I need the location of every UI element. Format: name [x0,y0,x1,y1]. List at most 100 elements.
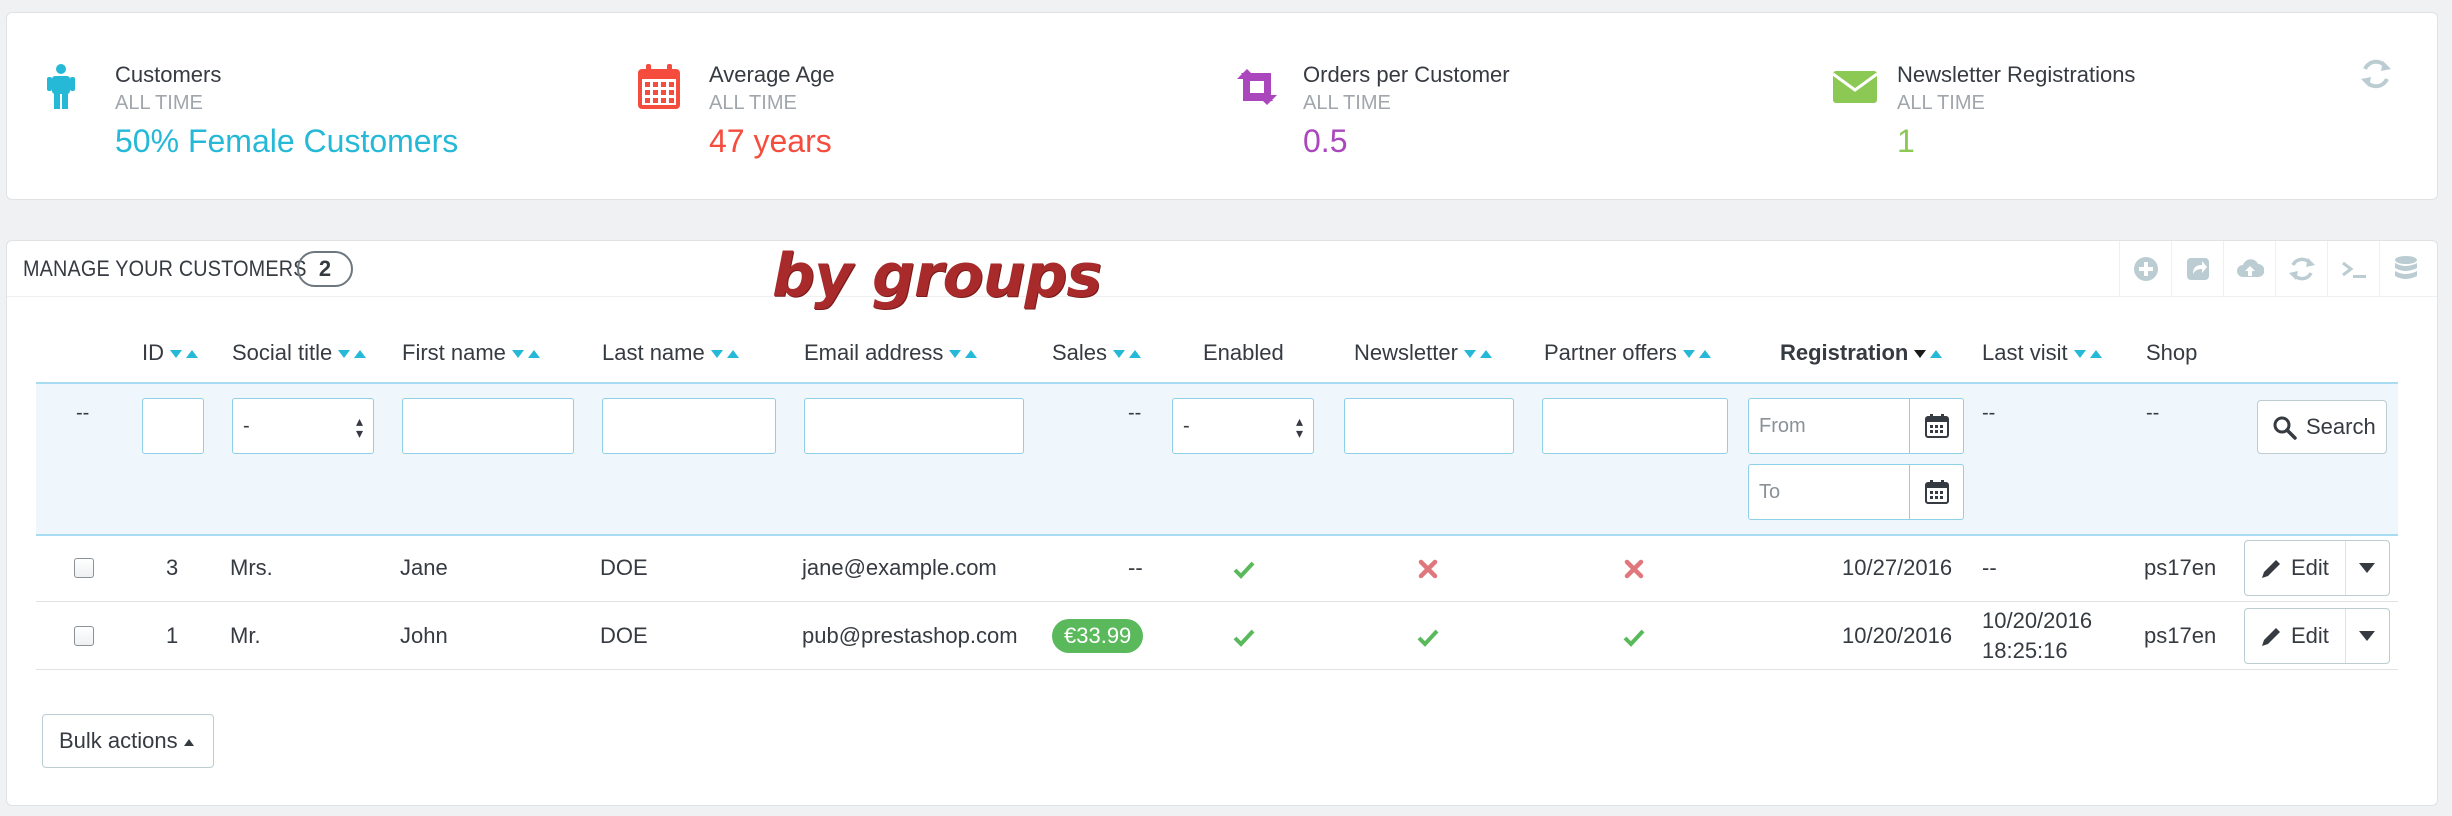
kpi-title: Orders per Customer [1303,62,1510,87]
sort-arrows-icon[interactable] [338,348,367,360]
sort-arrows-icon[interactable] [1113,348,1142,360]
select-value: - [1183,415,1190,437]
plus-circle-icon [2134,257,2158,281]
check-icon[interactable] [1416,625,1440,649]
kpi-value: 47 years [709,123,832,159]
col-header-label: Registration [1780,340,1909,365]
filter-sales-placeholder: -- [1128,402,1142,424]
col-header-social-title[interactable]: Social title [232,338,367,368]
pencil-icon [2262,628,2280,646]
kpi-title: Newsletter Registrations [1897,62,2136,87]
kpi-subtitle: ALL TIME [1897,92,1985,114]
refresh-kpi-icon[interactable] [2359,57,2393,91]
kpi-subtitle: ALL TIME [709,92,797,114]
table-row[interactable] [36,534,2398,602]
row-checkbox[interactable] [74,626,94,646]
cell-id: 3 [166,555,179,580]
filter-partner-input[interactable] [1542,398,1728,454]
filter-id-input[interactable] [142,398,204,454]
check-icon[interactable] [1232,625,1256,649]
sort-arrows-icon[interactable] [1463,348,1492,360]
col-header-label: Partner offers [1544,340,1677,365]
from-date-picker-button[interactable] [1910,398,1964,454]
col-header-label: Social title [232,340,333,365]
sort-arrows-icon[interactable] [710,348,739,360]
add-customer-button[interactable] [2119,241,2171,297]
cell-last-name: DOE [600,623,648,648]
filter-email-input[interactable] [804,398,1024,454]
col-header-label: Last name [602,340,705,365]
calendar-icon [1925,480,1949,504]
to-date-picker-button[interactable] [1910,464,1964,520]
panel-title: Manage your customers [23,256,307,281]
sql-query-button[interactable] [2327,241,2379,297]
cell-registration: 10/20/2016 [1842,623,1953,648]
search-button[interactable]: Search [2257,400,2387,454]
dropdown-caret-icon[interactable] [2359,631,2375,641]
filter-last-name-input[interactable] [602,398,776,454]
col-header-last-visit[interactable]: Last visit [1982,338,2102,368]
col-header-shop: Shop [2146,340,2198,365]
filter-newsletter-input[interactable] [1344,398,1514,454]
col-header-sales[interactable]: Sales [1052,338,1142,368]
filter-social-title-select[interactable]: - ▴ ▾ [232,398,374,454]
col-header-enabled: Enabled [1203,340,1284,365]
col-header-label: Email address [804,340,944,365]
col-header-first-name[interactable]: First name [402,338,540,368]
import-button[interactable] [2223,241,2275,297]
cell-registration: 10/27/2016 [1842,555,1953,580]
cross-icon[interactable] [1622,557,1646,581]
envelope-icon [1832,71,1878,103]
sort-arrows-icon[interactable] [1914,348,1943,360]
col-header-id[interactable]: ID [142,338,198,368]
bulk-actions-button[interactable]: Bulk actions [42,714,214,768]
cell-last-visit: 10/20/2016 [1982,608,2093,633]
database-icon [2395,256,2417,279]
select-arrows-icon: ▴ ▾ [1295,413,1303,441]
person-icon [47,64,75,109]
sort-arrows-icon[interactable] [2073,348,2102,360]
col-header-newsletter[interactable]: Newsletter [1354,338,1492,368]
search-icon [2273,416,2297,440]
check-icon[interactable] [1232,557,1256,581]
cell-shop: ps17en [2144,623,2217,648]
export-button[interactable] [2171,241,2223,297]
filter-enabled-select[interactable]: - ▴ ▾ [1172,398,1314,454]
col-header-email[interactable]: Email address [804,338,978,368]
calendar-icon [638,64,680,109]
col-header-partner-offers[interactable]: Partner offers [1544,338,1711,368]
cell-first-name: John [400,623,448,648]
edit-button-group[interactable]: Edit [2244,608,2390,664]
filter-registration-to-input[interactable]: To [1748,464,1910,520]
sort-arrows-icon[interactable] [949,348,978,360]
search-label: Search [2306,414,2376,439]
cell-shop: ps17en [2144,555,2217,580]
edit-button-group[interactable]: Edit [2244,540,2390,596]
select-arrows-icon: ▴ ▾ [355,413,363,441]
col-header-label: Newsletter [1354,340,1458,365]
cross-icon[interactable] [1416,557,1440,581]
sort-arrows-icon[interactable] [1682,348,1711,360]
filter-bulk-placeholder: -- [76,402,90,424]
check-icon[interactable] [1622,625,1646,649]
col-header-last-name[interactable]: Last name [602,338,739,368]
panel-heading: Manage your customers 2 [7,241,2437,297]
cell-last-visit: -- [1982,555,1997,580]
refresh-list-button[interactable] [2275,241,2327,297]
kpi-subtitle: ALL TIME [115,92,203,114]
row-checkbox[interactable] [74,558,94,578]
refresh-icon [2289,257,2315,281]
kpi-value: 50% Female Customers [115,123,459,159]
sort-arrows-icon[interactable] [511,348,540,360]
sort-arrows-icon[interactable] [170,348,198,360]
col-header-registration[interactable]: Registration [1780,338,1943,368]
dropdown-caret-icon[interactable] [2359,563,2375,573]
kpi-value: 1 [1897,123,1915,159]
filter-shop-placeholder: -- [2146,402,2160,424]
sql-manager-button[interactable] [2379,241,2439,297]
filter-registration-from-input[interactable]: From [1748,398,1910,454]
filter-first-name-input[interactable] [402,398,574,454]
select-value: - [243,415,250,437]
cell-social-title: Mr. [230,623,261,648]
pencil-icon [2262,560,2280,578]
